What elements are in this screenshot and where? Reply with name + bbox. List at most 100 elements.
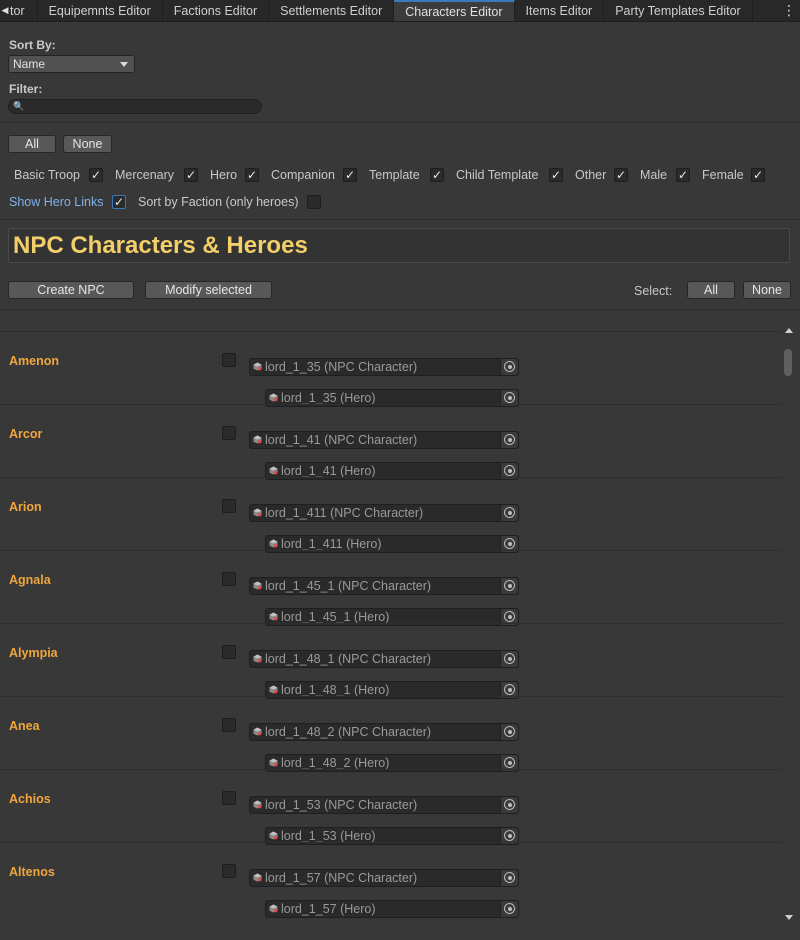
filter-other-checkbox[interactable]: ✓ bbox=[614, 168, 628, 182]
list-scrollbar[interactable] bbox=[782, 325, 796, 926]
sort-by-dropdown[interactable]: Name bbox=[8, 55, 135, 73]
npc-asset-icon bbox=[253, 435, 262, 444]
filter-mercenary-label: Mercenary bbox=[115, 168, 175, 182]
object-picker-icon[interactable] bbox=[500, 578, 518, 594]
tab-factions-editor[interactable]: Factions Editor bbox=[163, 0, 270, 21]
object-picker-icon[interactable] bbox=[500, 870, 518, 886]
row-select-checkbox[interactable] bbox=[222, 499, 236, 513]
row-select-checkbox[interactable] bbox=[222, 353, 236, 367]
npc-character-field[interactable]: lord_1_53 (NPC Character) bbox=[249, 796, 519, 814]
npc-character-field[interactable]: lord_1_45_1 (NPC Character) bbox=[249, 577, 519, 595]
scroll-up-icon[interactable] bbox=[785, 328, 793, 333]
list-item: Agnala lord_1_45_1 (NPC Character) lord_… bbox=[0, 550, 782, 626]
object-picker-icon[interactable] bbox=[500, 901, 518, 917]
select-all-button[interactable]: All bbox=[687, 281, 735, 299]
npc-field-value: lord_1_411 (NPC Character) bbox=[265, 506, 424, 520]
list-item: Alympia lord_1_48_1 (NPC Character) lord… bbox=[0, 623, 782, 699]
object-picker-icon[interactable] bbox=[500, 432, 518, 448]
sort-by-faction-checkbox[interactable] bbox=[307, 195, 321, 209]
hero-asset-icon bbox=[269, 539, 278, 548]
row-select-checkbox[interactable] bbox=[222, 718, 236, 732]
tab-label: Factions Editor bbox=[173, 3, 258, 18]
tab-previous-editor[interactable]: tor bbox=[10, 0, 38, 21]
object-picker-icon[interactable] bbox=[500, 359, 518, 375]
character-name: Altenos bbox=[9, 865, 55, 879]
filter-template-checkbox[interactable]: ✓ bbox=[430, 168, 444, 182]
filter-female-checkbox[interactable]: ✓ bbox=[751, 168, 765, 182]
divider bbox=[0, 309, 800, 310]
npc-character-field[interactable]: lord_1_48_2 (NPC Character) bbox=[249, 723, 519, 741]
chevron-down-icon bbox=[120, 62, 128, 67]
tab-bar: ◀ tor Equipemnts Editor Factions Editor … bbox=[0, 0, 800, 22]
tab-label: Equipemnts Editor bbox=[48, 3, 151, 18]
npc-character-field[interactable]: lord_1_411 (NPC Character) bbox=[249, 504, 519, 522]
hero-asset-icon bbox=[269, 685, 278, 694]
npc-asset-icon bbox=[253, 508, 262, 517]
divider bbox=[0, 122, 800, 123]
npc-asset-icon bbox=[253, 800, 262, 809]
npc-field-value: lord_1_53 (NPC Character) bbox=[265, 798, 418, 812]
hero-asset-icon bbox=[269, 758, 278, 767]
tab-settlements-editor[interactable]: Settlements Editor bbox=[269, 0, 395, 21]
character-name: Arcor bbox=[9, 427, 43, 441]
npc-field-value: lord_1_41 (NPC Character) bbox=[265, 433, 418, 447]
sort-by-value: Name bbox=[13, 57, 46, 71]
tab-equipments-editor[interactable]: Equipemnts Editor bbox=[38, 0, 163, 21]
tab-scroll-left-icon[interactable]: ◀ bbox=[0, 0, 10, 21]
list-item: Arion lord_1_411 (NPC Character) lord_1_… bbox=[0, 477, 782, 553]
npc-character-field[interactable]: lord_1_35 (NPC Character) bbox=[249, 358, 519, 376]
scroll-down-icon[interactable] bbox=[785, 915, 793, 920]
object-picker-icon[interactable] bbox=[500, 651, 518, 667]
npc-asset-icon bbox=[253, 362, 262, 371]
character-name: Arion bbox=[9, 500, 42, 514]
npc-field-value: lord_1_48_1 (NPC Character) bbox=[265, 652, 432, 666]
hero-field[interactable]: lord_1_57 (Hero) bbox=[265, 900, 519, 918]
row-select-checkbox[interactable] bbox=[222, 864, 236, 878]
tab-items-editor[interactable]: Items Editor bbox=[515, 0, 605, 21]
filter-search-input[interactable]: 🔍 bbox=[8, 99, 262, 114]
search-icon: 🔍 bbox=[13, 101, 25, 111]
row-select-checkbox[interactable] bbox=[222, 645, 236, 659]
hero-asset-icon bbox=[269, 466, 278, 475]
filter-basic-troop-checkbox[interactable]: ✓ bbox=[89, 168, 103, 182]
object-picker-icon[interactable] bbox=[500, 724, 518, 740]
show-hero-links-checkbox[interactable]: ✓ bbox=[112, 195, 126, 209]
sort-by-label: Sort By: bbox=[9, 38, 56, 52]
filter-hero-checkbox[interactable]: ✓ bbox=[245, 168, 259, 182]
filter-child-template-checkbox[interactable]: ✓ bbox=[549, 168, 563, 182]
filter-male-checkbox[interactable]: ✓ bbox=[676, 168, 690, 182]
hero-field-value: lord_1_57 (Hero) bbox=[281, 902, 376, 916]
tab-characters-editor[interactable]: Characters Editor bbox=[394, 0, 515, 21]
more-options-icon[interactable]: ⋮ bbox=[778, 0, 800, 21]
npc-character-field[interactable]: lord_1_41 (NPC Character) bbox=[249, 431, 519, 449]
npc-field-value: lord_1_57 (NPC Character) bbox=[265, 871, 418, 885]
object-picker-icon[interactable] bbox=[500, 797, 518, 813]
filter-female-label: Female bbox=[702, 168, 744, 182]
object-picker-icon[interactable] bbox=[500, 505, 518, 521]
filter-mercenary-checkbox[interactable]: ✓ bbox=[184, 168, 198, 182]
scrollbar-thumb[interactable] bbox=[784, 349, 792, 376]
filter-companion-checkbox[interactable]: ✓ bbox=[343, 168, 357, 182]
hero-asset-icon bbox=[269, 904, 278, 913]
list-item: Altenos lord_1_57 (NPC Character) lord_1… bbox=[0, 842, 782, 918]
create-npc-button[interactable]: Create NPC bbox=[8, 281, 134, 299]
character-name: Agnala bbox=[9, 573, 51, 587]
modify-selected-button[interactable]: Modify selected bbox=[145, 281, 272, 299]
tab-label: Settlements Editor bbox=[280, 3, 383, 18]
row-select-checkbox[interactable] bbox=[222, 572, 236, 586]
filter-all-button[interactable]: All bbox=[8, 135, 56, 153]
row-select-checkbox[interactable] bbox=[222, 426, 236, 440]
list-item: Amenon lord_1_35 (NPC Character) lord_1_… bbox=[0, 331, 782, 407]
row-select-checkbox[interactable] bbox=[222, 791, 236, 805]
npc-character-field[interactable]: lord_1_57 (NPC Character) bbox=[249, 869, 519, 887]
npc-asset-icon bbox=[253, 727, 262, 736]
hero-asset-icon bbox=[269, 393, 278, 402]
npc-character-field[interactable]: lord_1_48_1 (NPC Character) bbox=[249, 650, 519, 668]
npc-asset-icon bbox=[253, 654, 262, 663]
tab-party-templates-editor[interactable]: Party Templates Editor bbox=[604, 0, 753, 21]
filter-other-label: Other bbox=[575, 168, 607, 182]
filter-none-button[interactable]: None bbox=[63, 135, 112, 153]
list-item: Arcor lord_1_41 (NPC Character) lord_1_4… bbox=[0, 404, 782, 480]
hero-asset-icon bbox=[269, 612, 278, 621]
select-none-button[interactable]: None bbox=[743, 281, 791, 299]
